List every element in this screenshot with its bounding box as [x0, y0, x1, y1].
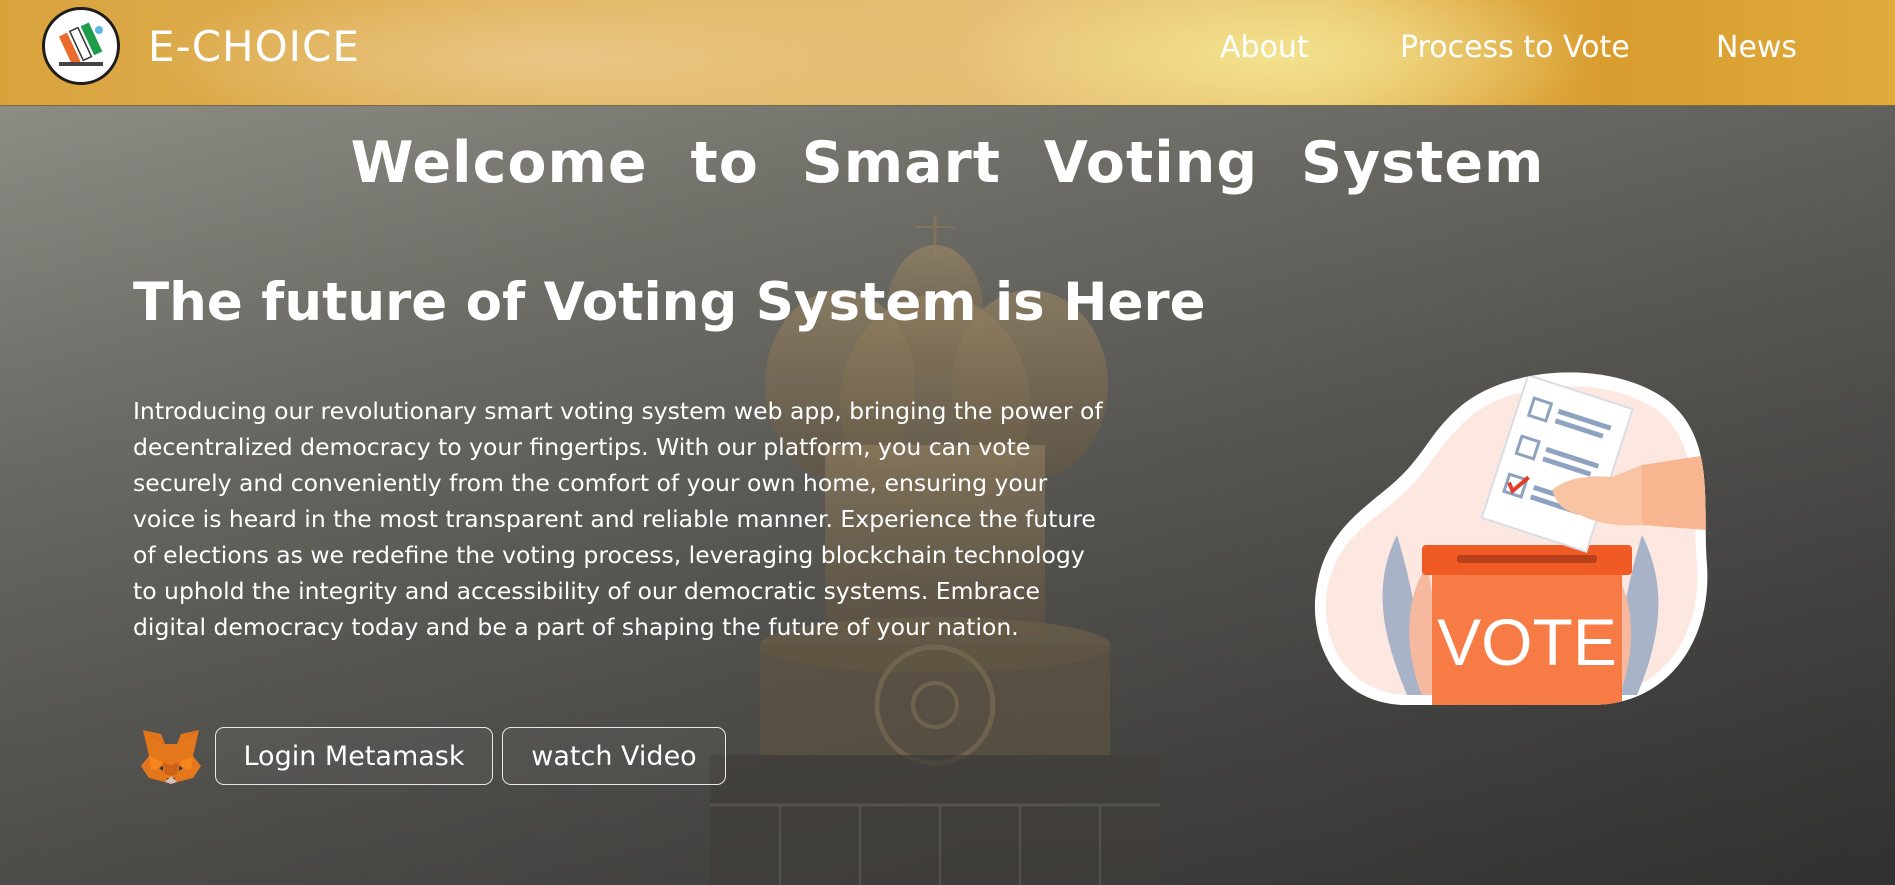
watch-video-button[interactable]: watch Video: [502, 727, 726, 785]
nav-news[interactable]: News: [1716, 30, 1797, 65]
login-metamask-button[interactable]: Login Metamask: [215, 727, 493, 785]
brand-logo[interactable]: [42, 7, 120, 85]
hero-intro-paragraph: Introducing our revolutionary smart voti…: [133, 397, 1103, 641]
nav-process-to-vote[interactable]: Process to Vote: [1400, 30, 1630, 65]
nav-about[interactable]: About: [1220, 30, 1309, 65]
welcome-title: Welcome to Smart Voting System: [350, 130, 1545, 196]
vote-box-label: VOTE: [1437, 605, 1617, 679]
top-navbar: E-CHOICE About Process to Vote News: [0, 0, 1895, 106]
metamask-fox-icon: [141, 730, 201, 784]
ballot-box-icon: VOTE: [1314, 372, 1708, 705]
brand-name[interactable]: E-CHOICE: [148, 22, 360, 71]
page: E-CHOICE About Process to Vote News Welc…: [0, 0, 1895, 885]
ballot-logo-icon: [58, 22, 103, 66]
hero-headline: The future of Voting System is Here: [133, 272, 1206, 333]
